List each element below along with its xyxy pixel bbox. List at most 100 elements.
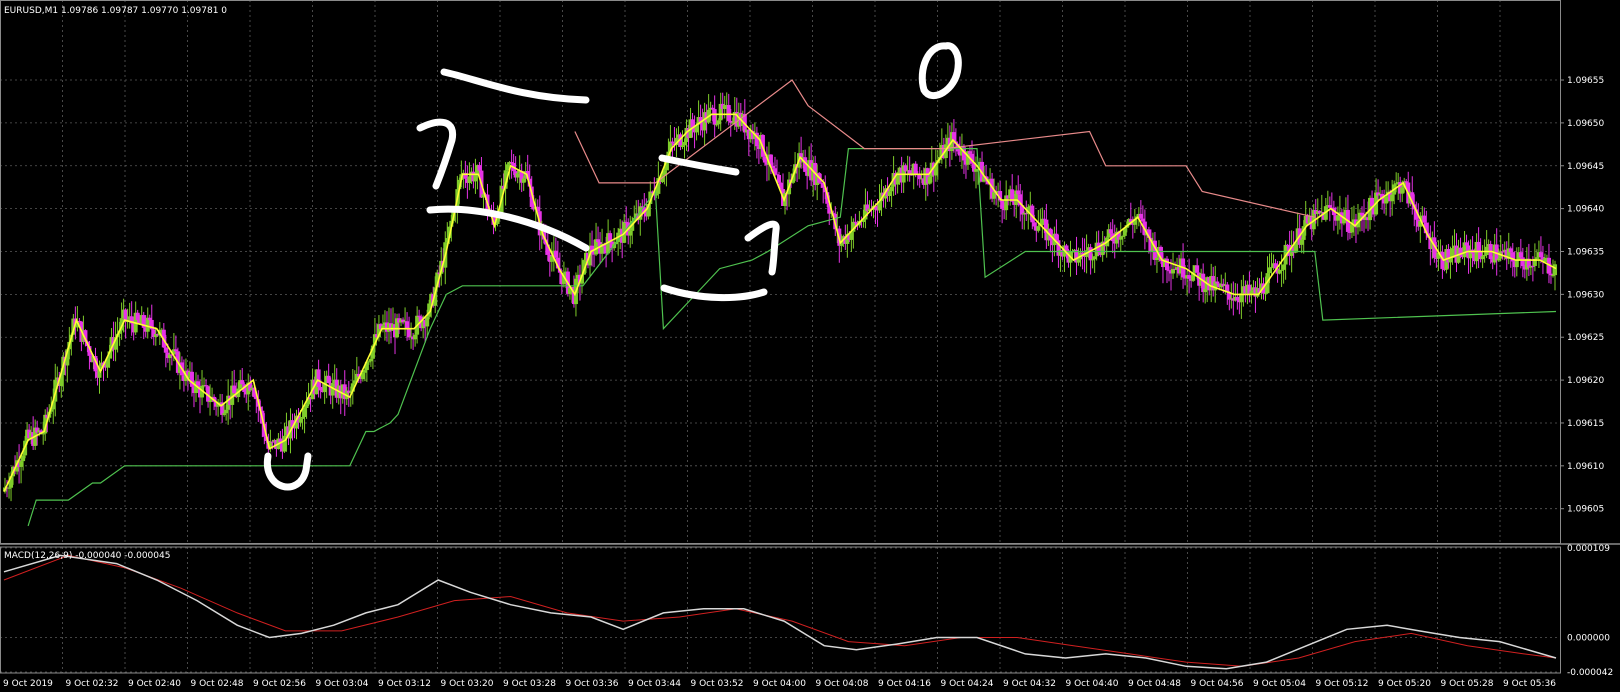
candle-body [1520, 257, 1525, 267]
candle-body [1482, 255, 1487, 257]
time-tick-label: 9 Oct 04:40 [1066, 679, 1119, 689]
macd-panel-header: MACD(12,26,9) -0.000040 -0.000045 [4, 551, 170, 561]
candle-body [521, 178, 526, 183]
candle-body [889, 186, 894, 192]
candle-body [1552, 264, 1557, 276]
candle-body [1269, 267, 1274, 269]
price-tick-label: 1.09640 [1567, 205, 1604, 215]
candle-body [302, 408, 307, 417]
candle-body [1120, 235, 1125, 237]
candle-body [776, 174, 781, 183]
candle-body [1267, 267, 1272, 274]
candle-body [1235, 296, 1240, 301]
time-axis: 9 Oct 2019 9 Oct 02:32 9 Oct 02:40 9 Oct 02… [3, 679, 1556, 689]
candle-body [316, 369, 321, 388]
candle-body [1187, 275, 1192, 279]
candle-body [913, 163, 918, 174]
time-tick-label: 9 Oct 04:08 [816, 679, 869, 689]
candle-body [553, 250, 558, 258]
candle-body [1530, 265, 1535, 267]
candle-body [1335, 215, 1340, 221]
candle-body [967, 151, 972, 154]
candle-body [1538, 252, 1543, 258]
candle-body [1480, 256, 1485, 260]
candle-body [1496, 258, 1501, 261]
candle-body [467, 176, 472, 183]
candle-body [1118, 236, 1123, 240]
candle-body [270, 441, 275, 443]
candle-body [710, 107, 715, 110]
candle-body [1360, 212, 1364, 216]
candle-body [887, 191, 892, 196]
time-tick-label: 9 Oct 03:44 [628, 679, 681, 689]
candle-body [135, 312, 140, 321]
candle-body [1140, 218, 1145, 222]
price-tick-label: 1.09630 [1567, 290, 1604, 300]
candle-body [509, 162, 514, 164]
candle-body [1203, 289, 1208, 293]
price-tick-label: 1.09650 [1567, 119, 1604, 129]
candle-body [21, 455, 26, 462]
candle-body [1042, 218, 1047, 220]
candle-body [222, 413, 227, 415]
time-tick-label: 9 Oct 05:36 [1503, 679, 1556, 689]
candle-body [1422, 215, 1427, 223]
candle-body [1400, 187, 1405, 194]
price-tick-label: 1.09655 [1567, 76, 1604, 86]
candle-body [473, 174, 478, 182]
time-tick-label: 9 Oct 05:12 [1316, 679, 1369, 689]
macd-tick-label: 0.000000 [1567, 634, 1610, 644]
time-tick-label: 9 Oct 02:56 [253, 679, 306, 689]
time-tick-label: 9 Oct 04:32 [1003, 679, 1056, 689]
candle-body [298, 418, 303, 423]
candle-body [1000, 200, 1005, 209]
trading-chart[interactable]: 1.09655 1.09650 1.09645 1.09640 1.09635 1.096… [0, 0, 1620, 692]
candle-body [1390, 194, 1395, 202]
main-panel-header: EURUSD,M1 1.09786 1.09787 1.09770 1.0978… [4, 6, 227, 16]
candle-body [1279, 269, 1284, 271]
candle-body [1076, 259, 1081, 263]
candle-body [1195, 265, 1200, 273]
candle-body [413, 334, 418, 340]
candle-body [1016, 190, 1021, 195]
price-tick-label: 1.09615 [1567, 419, 1604, 429]
time-tick-label: 9 Oct 02:48 [191, 679, 244, 689]
time-tick-label: 9 Oct 03:20 [441, 679, 494, 689]
candle-body [728, 120, 733, 123]
candle-body [232, 385, 237, 394]
candle-body [927, 176, 932, 184]
candle-body [1092, 256, 1097, 260]
candle-body [1154, 257, 1159, 260]
candle-body [515, 173, 520, 178]
candle-body [240, 380, 245, 385]
candle-body [196, 381, 200, 386]
candle-body [19, 461, 24, 467]
time-tick-label: 9 Oct 02:40 [128, 679, 181, 689]
candle-body [477, 165, 482, 171]
candle-body [1263, 293, 1268, 295]
candle-body [1108, 229, 1113, 234]
time-tick-label: 9 Oct 03:12 [378, 679, 431, 689]
macd-tick-label: 0.000109 [1567, 544, 1610, 554]
time-tick-label: 9 Oct 03:36 [566, 679, 619, 689]
candle-body [1500, 251, 1505, 253]
candle-body [366, 361, 371, 363]
candle-body [173, 349, 178, 352]
candle-body [1138, 213, 1143, 219]
candle-body [1404, 181, 1409, 183]
time-tick-label: 9 Oct 04:16 [878, 679, 931, 689]
candle-body [1215, 281, 1220, 284]
candle-body [368, 358, 373, 362]
candle-body [1518, 252, 1523, 258]
candle-body [318, 387, 323, 391]
candle-body [1508, 248, 1513, 253]
candle-body [680, 145, 685, 147]
macd-tick-label: -0.000042 [1567, 668, 1613, 678]
time-tick-label: 9 Oct 05:04 [1253, 679, 1306, 689]
candle-body [362, 370, 367, 373]
candle-body [1249, 290, 1254, 294]
price-tick-label: 1.09610 [1567, 462, 1604, 472]
candle-body [726, 105, 731, 121]
time-tick-label: 9 Oct 05:20 [1378, 679, 1431, 689]
candle-body [596, 239, 601, 243]
